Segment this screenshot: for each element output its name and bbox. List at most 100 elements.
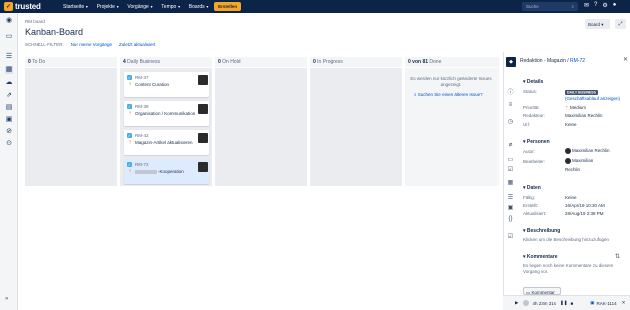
components-icon[interactable]: ▣	[5, 116, 13, 124]
stop-icon[interactable]: ■	[571, 301, 574, 306]
nav-item-startseite[interactable]: Startseite ▼	[60, 4, 92, 10]
column-in-progress[interactable]	[310, 68, 402, 186]
section-title: Personen	[526, 139, 550, 145]
search-input[interactable]: Suche ⌕	[522, 2, 578, 11]
author-label: Autor:	[523, 149, 536, 154]
sort-icon[interactable]: ⇅	[614, 253, 621, 260]
issue-key[interactable]: RM-39	[135, 104, 149, 109]
issue-key[interactable]: RM-42	[135, 133, 149, 138]
info-icon[interactable]: ⓘ	[507, 87, 514, 96]
settings-icon[interactable]: ⊙	[5, 140, 13, 148]
due-value[interactable]: Keine	[565, 195, 577, 200]
issue-summary-text: -Kooperation	[158, 169, 184, 174]
attachment-icon[interactable]: ⌀	[507, 141, 514, 148]
filter-recently-updated[interactable]: Zuletzt aktualisiert	[119, 42, 155, 47]
updated-label: Aktualisiert:	[523, 211, 547, 216]
project-avatar-icon[interactable]: ◉	[5, 17, 13, 25]
add-comment-button[interactable]: ▭ Kommentar	[523, 287, 561, 295]
priority-value[interactable]: ⇡ Medium	[565, 105, 586, 111]
description-placeholder[interactable]: Klicken um die Beschreibung hinzuzufügen	[523, 237, 621, 243]
issue-key-link[interactable]: RM-72	[570, 58, 585, 64]
issue-card[interactable]: ✓ RM-37 ⇡ Content Curation	[124, 72, 209, 97]
logo-icon: ✓	[4, 2, 13, 11]
nav-item-boards[interactable]: Boards ▼	[186, 4, 212, 10]
nav-item-vorgaenge[interactable]: Vorgänge ▼	[124, 4, 156, 10]
checklist-icon[interactable]: ☑	[507, 233, 514, 240]
comment-icon[interactable]: ▭	[507, 156, 514, 163]
reports-icon[interactable]: ⇗	[5, 92, 13, 100]
no-comments-text: Es liegen noch keine Kommentare zu diese…	[523, 263, 614, 274]
issue-breadcrumb: Redaktion - Magazin / RM-72	[520, 58, 585, 64]
chat-icon[interactable]: ▭	[5, 33, 13, 41]
breadcrumb[interactable]: RM board	[25, 19, 45, 24]
author-value[interactable]: Maximilian Rechlin	[565, 148, 610, 154]
app-logo[interactable]: ✓ trusted	[0, 2, 58, 11]
section-description-header[interactable]: ▾ Beschreibung	[523, 228, 560, 234]
assignee-avatar	[198, 75, 208, 85]
list-icon[interactable]: ☰	[507, 194, 514, 201]
expand-sidebar-icon[interactable]: »	[5, 296, 8, 302]
issue-summary: Content Curation	[135, 82, 170, 87]
help-icon[interactable]: ?	[594, 2, 597, 9]
nav-label: Projekte	[96, 3, 115, 10]
project-link[interactable]: Redaktion - Magazin /	[520, 58, 569, 64]
pause-icon[interactable]: ❚❚	[560, 300, 568, 306]
issue-card-selected[interactable]: ✓ RM-72 ⇡ -Kooperation	[124, 159, 209, 184]
code-icon[interactable]: {}	[507, 216, 514, 222]
calendar-icon[interactable]: ▦	[507, 179, 514, 186]
backlog-icon[interactable]: ☰	[5, 53, 13, 61]
status-badge[interactable]: DAILY BUSINESS	[565, 89, 598, 95]
filter-my-issues[interactable]: Nur meine Vorgänge	[71, 42, 112, 47]
issue-key[interactable]: RM-72	[135, 162, 149, 167]
top-navigation: ✓ trusted Startseite ▼ Projekte ▼ Vorgänge…	[0, 0, 630, 13]
close-icon[interactable]: ✕	[623, 56, 628, 63]
close-icon[interactable]: ✕	[622, 300, 626, 306]
timer-issue-key[interactable]: RAK-1114	[597, 301, 617, 306]
fullscreen-icon[interactable]: ⤢	[615, 19, 626, 29]
logo-text: trusted	[15, 2, 41, 11]
column-header-daily-business: 4 Daily Business	[120, 57, 212, 67]
search-older-issues-label: Suchen Sie einen älteren Issue?	[417, 92, 483, 97]
status-label: Status:	[523, 89, 538, 94]
board-icon[interactable]: ▦	[5, 66, 13, 74]
chevron-down-icon: ▼	[85, 4, 89, 9]
column-header-done: 0 von 81 Done	[405, 57, 499, 67]
column-name: Done	[429, 59, 442, 65]
releases-icon[interactable]: ☁	[5, 79, 13, 87]
section-details-header[interactable]: ▾ Details	[523, 79, 543, 85]
view-workflow-link[interactable]: (Geschäftsablauf anzeigen)	[565, 96, 620, 101]
board-menu-button[interactable]: Board ▾	[585, 19, 610, 29]
section-dates-header[interactable]: ▾ Daten	[523, 185, 541, 191]
notifications-icon[interactable]: ✉	[584, 2, 589, 9]
agile-icon[interactable]: ▣	[507, 204, 514, 211]
url-value[interactable]: Keine	[565, 122, 577, 127]
watch-icon[interactable]: ◷	[507, 118, 514, 125]
column-on-hold[interactable]	[215, 68, 307, 186]
subtasks-icon[interactable]: ☑	[507, 166, 514, 173]
search-older-issues-link[interactable]: ⌕ Suchen Sie einen älteren Issue?	[414, 92, 483, 97]
user-avatar-icon[interactable]: ●	[613, 2, 617, 9]
nav-item-tempo[interactable]: Tempo ▼	[158, 4, 183, 10]
issues-icon[interactable]: ▤	[5, 104, 13, 112]
tags-icon[interactable]: ⊘	[5, 128, 13, 136]
nav-label: Tempo	[161, 3, 177, 10]
issue-card[interactable]: ✓ RM-39 ⇡ Organisation / Kommunikation	[124, 101, 209, 126]
issue-card[interactable]: ✓ RM-42 ⇡ Magazin-Artikel aktualisieren	[124, 130, 209, 155]
issue-key[interactable]: RM-37	[135, 75, 149, 80]
create-button[interactable]: Erstellen	[214, 2, 242, 11]
editor-value[interactable]: Maximilian Rechlin	[565, 113, 603, 118]
issue-type-icon: ▣	[590, 300, 595, 305]
column-todo[interactable]	[25, 68, 117, 186]
nav-label: Boards	[188, 3, 205, 10]
done-column-message: Es werden nur kürzlich geänderte Issues …	[410, 76, 492, 87]
quick-filters: SCHNELL-FILTER: Nur meine Vorgänge Zulet…	[25, 42, 155, 47]
section-comments-header[interactable]: ▾ Kommentare	[523, 254, 557, 260]
nav-item-projekte[interactable]: Projekte ▼	[94, 4, 123, 10]
play-icon[interactable]: ▶	[515, 300, 518, 306]
description-icon[interactable]: ≡	[507, 102, 514, 108]
assignee-value[interactable]: Maximilian	[565, 158, 593, 164]
status-lozenge: DAILY BUSINESS	[565, 89, 598, 95]
section-people-header[interactable]: ▾ Personen	[523, 139, 550, 145]
column-name: In Progress	[317, 59, 343, 65]
settings-icon[interactable]: ⚙	[602, 2, 607, 9]
